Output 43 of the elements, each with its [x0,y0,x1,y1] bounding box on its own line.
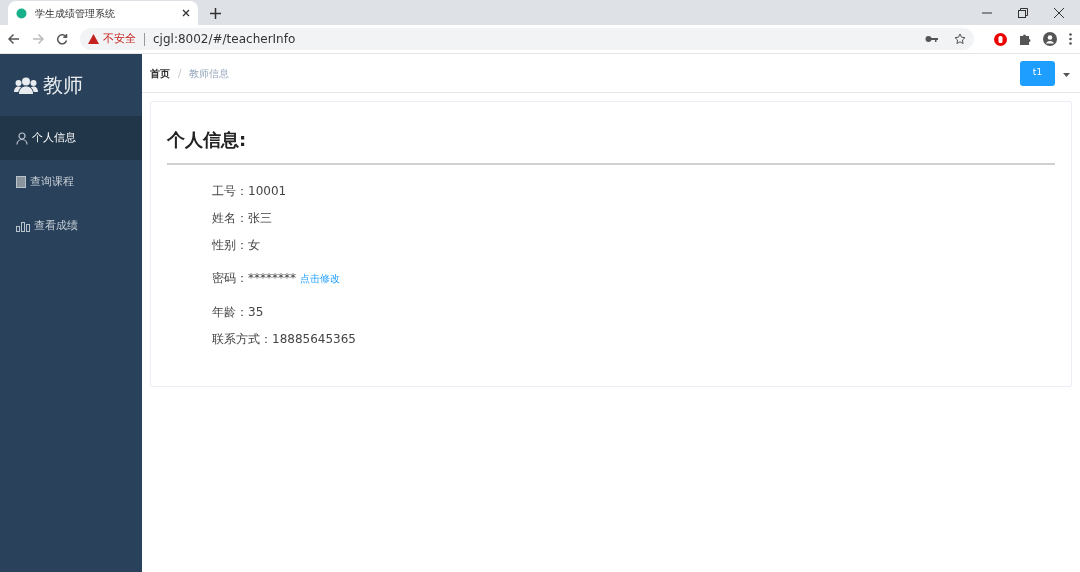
account-icon[interactable] [1043,32,1057,46]
restore-icon[interactable] [1018,7,1028,18]
sidebar-item[interactable]: 个人信息 [0,116,142,160]
star-icon[interactable] [954,33,966,45]
close-icon[interactable] [182,9,190,17]
sidebar-item[interactable]: 查询课程 [0,160,142,204]
close-icon[interactable] [1054,7,1064,18]
sidebar-item[interactable]: 查看成绩 [0,204,142,248]
breadcrumb-item[interactable]: 首页 [150,65,170,81]
key-icon[interactable] [925,35,938,43]
warning-icon [88,34,99,44]
browser-tab[interactable]: 学生成绩管理系统 [8,1,198,25]
extension-stop-icon[interactable] [994,32,1007,46]
users-icon [14,76,38,94]
user-icon [16,131,28,145]
field-label: 工号： [212,182,248,200]
field-label: 年龄： [212,303,248,321]
security-label: 不安全 [103,30,136,47]
minimize-icon[interactable] [982,11,992,14]
back-icon[interactable] [8,33,20,45]
tab-title: 学生成绩管理系统 [35,6,116,21]
field-value: 18885645365 [272,330,356,348]
field-label: 性别： [212,236,248,254]
field-value: 张三 [248,209,272,227]
card-title: 个人信息: [167,126,1055,165]
reload-icon[interactable] [56,33,68,45]
field-value: 10001 [248,182,287,200]
field-label: 姓名： [212,209,248,227]
new-tab-icon[interactable] [210,8,221,19]
field-value: 35 [248,303,264,321]
puzzle-icon[interactable] [1019,33,1031,45]
field-value: 女 [248,236,260,254]
url-field[interactable]: 不安全 cjgl:8002/#/teacherInfo [80,28,974,50]
caret-icon[interactable] [1063,73,1070,77]
url-text: cjgl:8002/#/teacherInfo [153,31,296,48]
menu-icon[interactable] [1069,33,1072,45]
field-label: 密码： [212,270,248,287]
field-value: ******** [248,270,296,287]
sidebar-title: 教师 [43,72,83,99]
bar-chart-icon [16,220,30,232]
breadcrumb-item: 教师信息 [189,66,230,81]
field-label: 联系方式： [212,330,272,348]
breadcrumb-separator: / [178,66,182,81]
